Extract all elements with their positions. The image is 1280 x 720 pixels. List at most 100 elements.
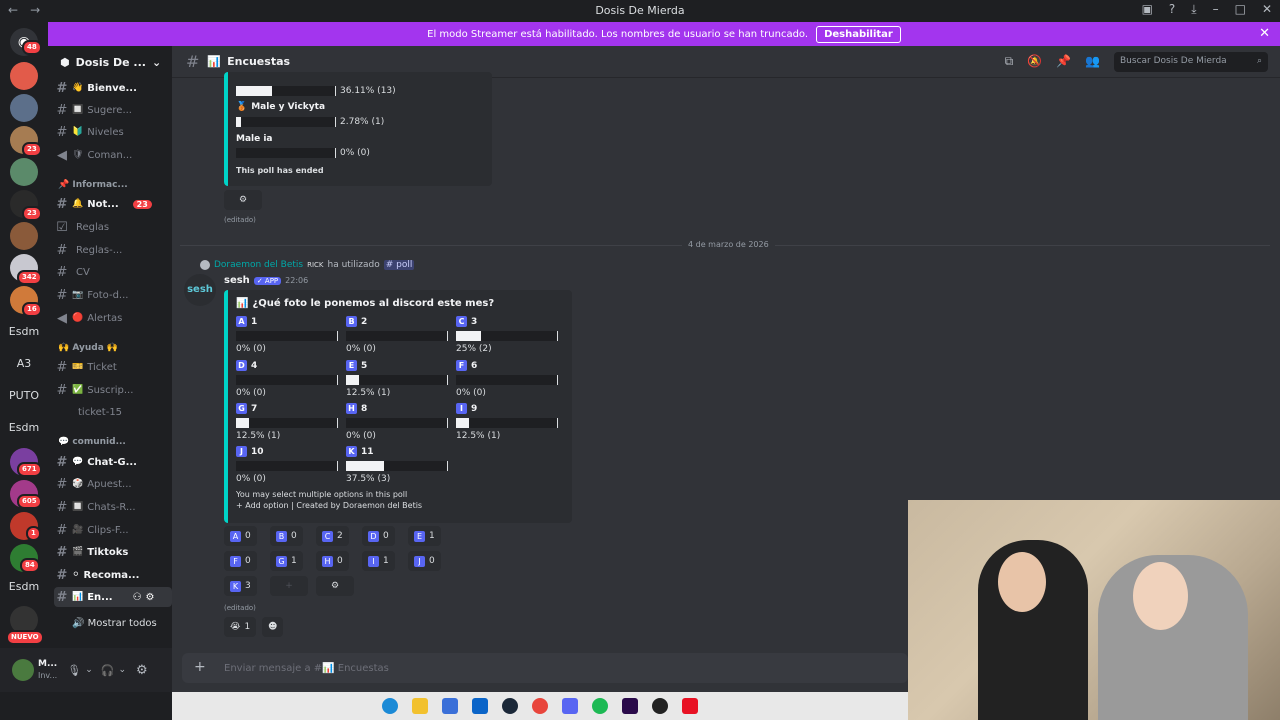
channel-item[interactable]: # 📷 Foto-d... xyxy=(54,285,172,305)
discord-icon[interactable] xyxy=(562,698,578,714)
channel-item[interactable]: # Reglas-... xyxy=(54,240,172,260)
category-informacion[interactable]: 📌 Informac... xyxy=(58,180,128,190)
pin-icon[interactable]: 📌 xyxy=(1056,54,1071,69)
minimize-icon[interactable]: – xyxy=(1213,2,1219,17)
user-avatar[interactable] xyxy=(12,659,34,681)
server-icon[interactable] xyxy=(10,62,38,90)
add-option-link[interactable]: + Add option | Created by Doraemon del B… xyxy=(236,501,422,510)
channel-item[interactable]: # CV xyxy=(54,262,172,282)
channel-label: En... xyxy=(87,591,113,603)
chevron-down-icon: ⌄ xyxy=(151,55,162,69)
add-vote-button[interactable]: + xyxy=(270,576,308,596)
spotify-icon[interactable] xyxy=(592,698,608,714)
premiere-icon[interactable] xyxy=(622,698,638,714)
channel-item[interactable]: # 🔲 Sugere... xyxy=(54,100,172,120)
server-folder-label[interactable]: Esdm xyxy=(2,325,46,338)
server-folder-label[interactable]: Esdm xyxy=(2,421,46,434)
server-badge: 23 xyxy=(22,206,42,221)
channel-item[interactable]: # 🔔 Not... 23 xyxy=(54,194,172,214)
channel-item[interactable]: # ⚪ Recoma... xyxy=(54,565,172,585)
author-name[interactable]: sesh xyxy=(224,275,250,286)
vote-button-c[interactable]: C2 xyxy=(316,526,349,546)
gear-icon[interactable]: ⚙ xyxy=(146,592,155,603)
channel-item[interactable]: # 💬 Chat-G... xyxy=(54,452,172,472)
sesh-avatar[interactable]: sesh xyxy=(184,274,216,306)
server-icon[interactable] xyxy=(10,222,38,250)
poll-bar xyxy=(456,331,558,341)
channel-item[interactable]: # 🎲 Apuest... xyxy=(54,474,172,494)
server-folder-label[interactable]: PUTO xyxy=(2,389,46,402)
speaker-icon: 🔊 xyxy=(72,618,88,629)
outlook-icon[interactable] xyxy=(472,698,488,714)
channel-item[interactable]: # 🎫 Ticket xyxy=(54,357,172,377)
channel-item[interactable]: ◀ 🛡 Coman... xyxy=(54,145,172,165)
channel-item[interactable]: # 🎥 Clips-F... xyxy=(54,520,172,540)
vote-button-j[interactable]: J0 xyxy=(408,551,441,571)
channel-emoji: 📷 xyxy=(72,290,84,300)
steam-icon[interactable] xyxy=(502,698,518,714)
edge-icon[interactable] xyxy=(382,698,398,714)
reply-user[interactable]: Doraemon del Betis xyxy=(214,260,303,270)
help-icon[interactable]: ? xyxy=(1169,2,1175,17)
server-header[interactable]: ⬢ Dosis De ... ⌄ xyxy=(48,46,172,78)
vote-button-k[interactable]: K3 xyxy=(224,576,257,596)
vote-button-i[interactable]: I1 xyxy=(362,551,395,571)
option-text: 1 xyxy=(251,316,258,327)
message-input[interactable]: + Enviar mensaje a #📊 Encuestas xyxy=(182,653,908,683)
download-icon[interactable]: ⤓ xyxy=(1191,2,1196,17)
file-explorer-icon[interactable] xyxy=(412,698,428,714)
search-input[interactable]: Buscar Dosis De Mierda ⌕ xyxy=(1114,52,1268,72)
vote-button-h[interactable]: H0 xyxy=(316,551,349,571)
prev-poll-settings-button[interactable]: ⚙ xyxy=(224,190,262,210)
option-text: 9 xyxy=(471,403,478,414)
store-icon[interactable] xyxy=(442,698,458,714)
category-ayuda[interactable]: 🙌 Ayuda 🙌 xyxy=(58,343,118,353)
channel-item[interactable]: # 🔲 Chats-R... xyxy=(54,497,172,517)
vote-button-g[interactable]: G1 xyxy=(270,551,303,571)
poll-footer: You may select multiple options in this … xyxy=(236,490,408,499)
channel-item[interactable]: # ✅ Suscrip... xyxy=(54,380,172,400)
vote-button-a[interactable]: A0 xyxy=(224,526,257,546)
channel-item[interactable]: # 🔰 Niveles xyxy=(54,122,172,142)
user-info[interactable]: M... Inv... xyxy=(38,659,57,681)
server-icon[interactable] xyxy=(10,94,38,122)
show-all-button[interactable]: 🔊 Mostrar todos xyxy=(72,618,157,629)
close-banner-icon[interactable]: ✕ xyxy=(1259,26,1270,41)
disable-button[interactable]: Deshabilitar xyxy=(816,25,901,43)
chrome-icon[interactable] xyxy=(532,698,548,714)
channel-item[interactable]: # 👋 Bienve... xyxy=(54,78,172,98)
vote-button-f[interactable]: F0 xyxy=(224,551,257,571)
channel-item[interactable]: ☑ Reglas xyxy=(54,217,172,237)
category-comunidad[interactable]: 💬 comunid... xyxy=(58,437,126,447)
add-member-icon[interactable]: ⚇ xyxy=(133,592,142,603)
poll-settings-button[interactable]: ⚙ xyxy=(316,576,354,596)
server-folder-label[interactable]: Esdm xyxy=(2,580,46,593)
settings-gear-icon[interactable]: ⚙ xyxy=(136,663,148,678)
channel-item[interactable]: # 🎬 Tiktoks xyxy=(54,542,172,562)
headphones-icon[interactable]: 🎧 xyxy=(101,664,115,677)
add-reaction-button[interactable]: ☻ xyxy=(262,617,284,637)
vote-button-d[interactable]: D0 xyxy=(362,526,395,546)
mute-bell-icon[interactable]: 🔕 xyxy=(1027,54,1042,69)
inbox-icon[interactable]: ▣ xyxy=(1142,2,1153,17)
channel-item[interactable]: ticket-15 xyxy=(54,402,172,422)
reaction-crying[interactable]: 😭 1 xyxy=(224,617,257,637)
recorder-icon[interactable] xyxy=(682,698,698,714)
server-icon[interactable] xyxy=(10,158,38,186)
members-icon[interactable]: 👥 xyxy=(1085,54,1100,69)
add-attachment-icon[interactable]: + xyxy=(194,659,206,675)
vote-button-e[interactable]: E1 xyxy=(408,526,441,546)
server-folder-label[interactable]: A3 xyxy=(2,357,46,370)
chevron-down-icon[interactable]: ⌄ xyxy=(85,665,93,675)
command-link[interactable]: # poll xyxy=(383,260,415,270)
channel-item[interactable]: ◀ 🔴 Alertas xyxy=(54,308,172,328)
microphone-icon[interactable]: 🎙 xyxy=(67,664,81,677)
close-window-icon[interactable]: ✕ xyxy=(1262,2,1272,17)
vote-count: 1 xyxy=(429,531,435,541)
obs-icon[interactable] xyxy=(652,698,668,714)
channel-item-encuestas[interactable]: # 📊 En... ⚇ ⚙ xyxy=(54,587,172,607)
maximize-icon[interactable]: □ xyxy=(1235,2,1246,17)
chevron-down-icon[interactable]: ⌄ xyxy=(118,665,126,675)
vote-button-b[interactable]: B0 xyxy=(270,526,303,546)
threads-icon[interactable]: ⧉ xyxy=(1005,54,1014,69)
